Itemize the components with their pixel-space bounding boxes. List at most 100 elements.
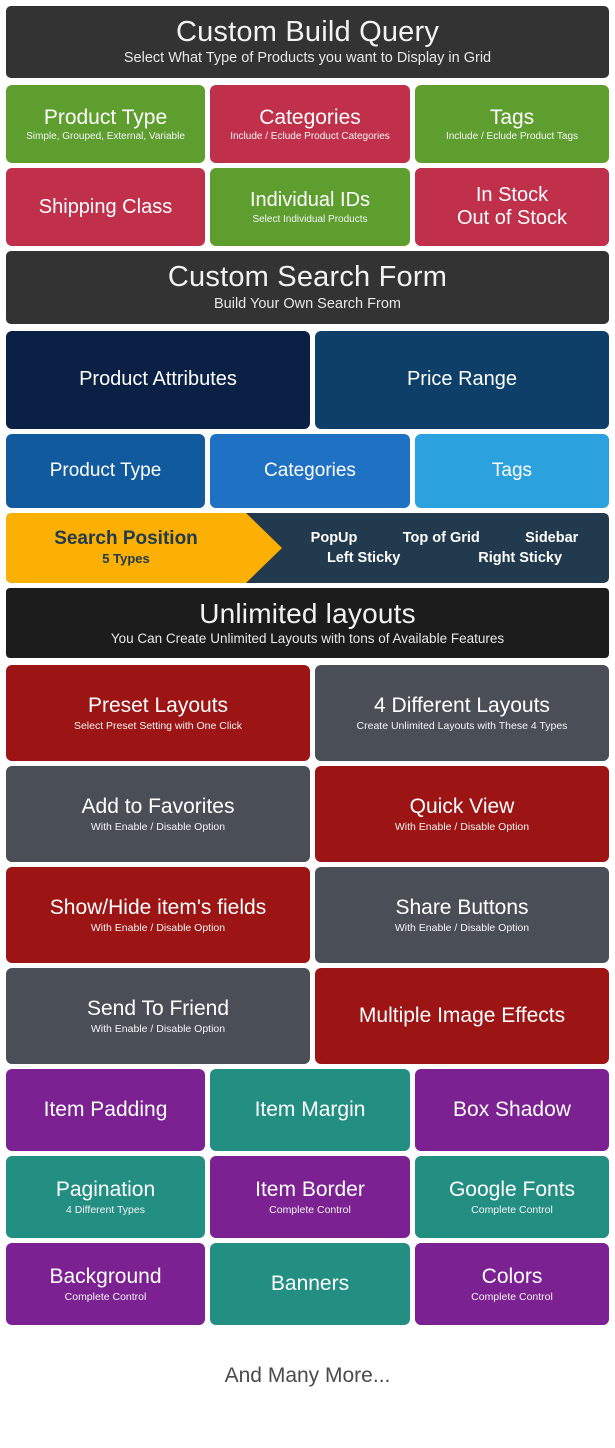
search-card-product-attributes[interactable]: Product Attributes	[6, 330, 310, 429]
custom-build-query-subtitle: Select What Type of Products you want to…	[123, 50, 492, 67]
card-title: Share Buttons	[395, 896, 529, 920]
card-title: Product Attributes	[79, 368, 237, 391]
search-position-option-right-sticky[interactable]: Right Sticky	[478, 550, 562, 566]
card-subtitle: 4 Different Types	[66, 1203, 145, 1216]
search-form-row-1: Product Attributes Price Range	[6, 330, 609, 429]
footer-text: And Many More...	[224, 1364, 391, 1388]
card-title: Product Type	[43, 105, 168, 129]
search-position-strip: Search Position 5 Types PopUp Top of Gri…	[6, 512, 609, 583]
card-title: Preset Layouts	[87, 694, 229, 718]
card-title: Item Border	[255, 1178, 365, 1202]
query-card-categories[interactable]: Categories Include / Eclude Product Cate…	[210, 85, 410, 164]
style-tile-row-2: Pagination 4 Different Types Item Border…	[6, 1156, 609, 1239]
search-position-count: 5 Types	[102, 551, 150, 567]
card-subtitle: With Enable / Disable Option	[90, 1022, 226, 1035]
card-title: Product Type	[49, 460, 162, 482]
feature-card-preset-layouts[interactable]: Preset Layouts Select Preset Setting wit…	[6, 665, 310, 762]
card-subtitle: Complete Control	[471, 1290, 553, 1303]
card-subtitle: Include / Eclude Product Tags	[445, 131, 579, 143]
card-title: Shipping Class	[38, 195, 173, 218]
card-title: In Stock Out of Stock	[456, 183, 568, 230]
search-card-categories[interactable]: Categories	[210, 433, 410, 508]
card-subtitle: Select Preset Setting with One Click	[73, 719, 243, 732]
card-title: Pagination	[55, 1178, 156, 1202]
search-position-arrow: Search Position 5 Types	[6, 512, 282, 583]
custom-search-form-title: Custom Search Form	[167, 261, 448, 294]
query-card-individual-ids[interactable]: Individual IDs Select Individual Product…	[210, 168, 410, 247]
layout-feature-row-4: Send To Friend With Enable / Disable Opt…	[6, 968, 609, 1065]
feature-card-multiple-image-effects[interactable]: Multiple Image Effects	[315, 968, 609, 1065]
card-title: Send To Friend	[86, 997, 230, 1021]
feature-card-show-hide-item-fields[interactable]: Show/Hide item's fields With Enable / Di…	[6, 867, 310, 964]
card-title: Background	[49, 1265, 162, 1289]
tile-card-box-shadow[interactable]: Box Shadow	[415, 1069, 609, 1152]
card-title: Banners	[270, 1272, 350, 1296]
card-subtitle: With Enable / Disable Option	[394, 820, 530, 833]
search-position-option-popup[interactable]: PopUp	[311, 530, 358, 546]
search-position-option-sidebar[interactable]: Sidebar	[525, 530, 578, 546]
unlimited-layouts-subtitle: You Can Create Unlimited Layouts with to…	[110, 631, 505, 647]
feature-card-add-to-favorites[interactable]: Add to Favorites With Enable / Disable O…	[6, 766, 310, 863]
card-title: Google Fonts	[448, 1178, 576, 1202]
card-subtitle: Complete Control	[471, 1203, 553, 1216]
layout-feature-row-2: Add to Favorites With Enable / Disable O…	[6, 766, 609, 863]
custom-build-query-title: Custom Build Query	[175, 16, 440, 48]
layout-feature-row-3: Show/Hide item's fields With Enable / Di…	[6, 867, 609, 964]
card-subtitle: Simple, Grouped, External, Variable	[26, 131, 185, 143]
feature-card-4-different-layouts[interactable]: 4 Different Layouts Create Unlimited Lay…	[315, 665, 609, 762]
card-subtitle: Complete Control	[64, 1290, 147, 1303]
style-tile-row-1: Item Padding Item Margin Box Shadow	[6, 1069, 609, 1152]
tile-card-banners[interactable]: Banners	[210, 1243, 410, 1326]
card-subtitle: Select Individual Products	[252, 213, 368, 225]
tile-card-colors[interactable]: Colors Complete Control	[415, 1243, 609, 1326]
feature-card-quick-view[interactable]: Quick View With Enable / Disable Option	[315, 766, 609, 863]
card-title: Categories	[259, 105, 361, 129]
tile-card-item-padding[interactable]: Item Padding	[6, 1069, 205, 1152]
custom-build-query-banner: Custom Build Query Select What Type of P…	[6, 6, 609, 79]
tile-card-google-fonts[interactable]: Google Fonts Complete Control	[415, 1156, 609, 1239]
query-card-shipping-class[interactable]: Shipping Class	[6, 168, 205, 247]
search-card-product-type[interactable]: Product Type	[6, 433, 205, 508]
search-position-options-line-1: PopUp Top of Grid Sidebar	[288, 530, 601, 546]
card-title: Item Margin	[254, 1098, 366, 1122]
card-title: Categories	[264, 460, 356, 482]
card-title: 4 Different Layouts	[374, 694, 550, 718]
card-title: Add to Favorites	[81, 795, 235, 819]
card-title: Price Range	[406, 368, 518, 391]
query-card-tags[interactable]: Tags Include / Eclude Product Tags	[415, 85, 609, 164]
search-form-row-2: Product Type Categories Tags	[6, 433, 609, 508]
card-title: Multiple Image Effects	[358, 1004, 566, 1028]
search-card-tags[interactable]: Tags	[415, 433, 609, 508]
tile-card-item-margin[interactable]: Item Margin	[210, 1069, 410, 1152]
search-position-options: PopUp Top of Grid Sidebar Left Sticky Ri…	[288, 513, 601, 583]
style-tile-row-3: Background Complete Control Banners Colo…	[6, 1243, 609, 1326]
card-subtitle: Complete Control	[269, 1203, 351, 1216]
card-subtitle: Create Unlimited Layouts with These 4 Ty…	[356, 719, 568, 732]
feature-card-send-to-friend[interactable]: Send To Friend With Enable / Disable Opt…	[6, 968, 310, 1065]
card-title: Colors	[481, 1265, 543, 1289]
card-title: Box Shadow	[453, 1098, 571, 1122]
card-subtitle: Include / Eclude Product Categories	[230, 131, 390, 143]
search-position-option-left-sticky[interactable]: Left Sticky	[327, 550, 400, 566]
card-title: Quick View	[409, 795, 515, 819]
query-card-stock-status[interactable]: In Stock Out of Stock	[415, 168, 609, 247]
card-title: Tags	[491, 460, 533, 482]
search-position-options-line-2: Left Sticky Right Sticky	[288, 550, 601, 566]
card-subtitle: With Enable / Disable Option	[394, 921, 530, 934]
search-card-price-range[interactable]: Price Range	[315, 330, 609, 429]
search-position-option-top-of-grid[interactable]: Top of Grid	[403, 530, 480, 546]
tile-card-background[interactable]: Background Complete Control	[6, 1243, 205, 1326]
custom-search-form-subtitle: Build Your Own Search From	[214, 295, 401, 312]
tile-card-item-border[interactable]: Item Border Complete Control	[210, 1156, 410, 1239]
card-title: Item Padding	[43, 1098, 168, 1122]
card-title: Show/Hide item's fields	[49, 896, 267, 920]
unlimited-layouts-title: Unlimited layouts	[199, 597, 416, 629]
search-position-label: Search Position	[54, 528, 198, 550]
feature-card-share-buttons[interactable]: Share Buttons With Enable / Disable Opti…	[315, 867, 609, 964]
custom-search-form-banner: Custom Search Form Build Your Own Search…	[6, 251, 609, 324]
tile-card-pagination[interactable]: Pagination 4 Different Types	[6, 1156, 205, 1239]
card-title: Individual IDs	[249, 189, 371, 212]
layout-feature-row-1: Preset Layouts Select Preset Setting wit…	[6, 665, 609, 762]
query-cards-row-1: Product Type Simple, Grouped, External, …	[6, 85, 609, 164]
query-card-product-type[interactable]: Product Type Simple, Grouped, External, …	[6, 85, 205, 164]
